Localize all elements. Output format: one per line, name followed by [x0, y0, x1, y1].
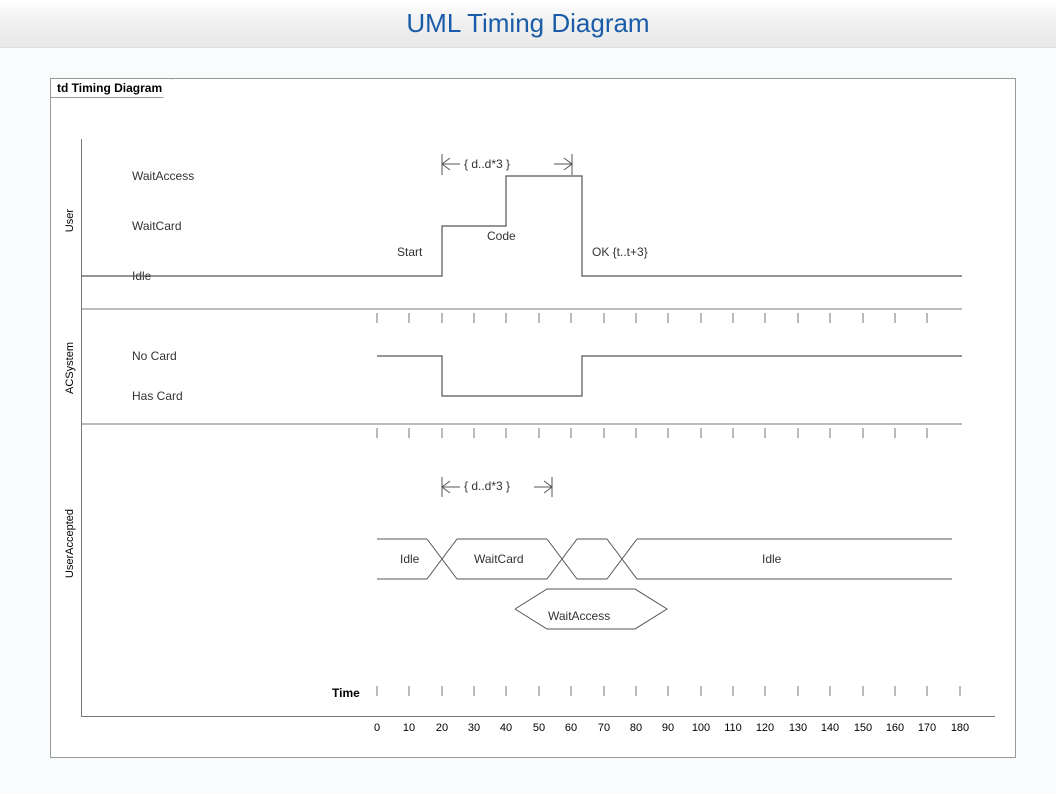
lifeline-useraccepted-label: UserAccepted — [64, 509, 76, 578]
acsystem-timeline — [82, 324, 982, 439]
tick-20: 20 — [427, 722, 457, 734]
lifelines-area: User WaitAccess WaitCard Idle { d..d*3 }… — [81, 139, 995, 717]
tick-90: 90 — [653, 722, 683, 734]
tick-30: 30 — [459, 722, 489, 734]
tick-180: 180 — [945, 722, 975, 734]
time-axis-ticks — [82, 686, 982, 716]
timing-diagram-frame: td Timing Diagram User WaitAccess WaitCa… — [50, 78, 1016, 758]
tick-0: 0 — [362, 722, 392, 734]
tick-60: 60 — [556, 722, 586, 734]
user-timeline — [82, 139, 982, 324]
frame-label: td Timing Diagram — [50, 78, 173, 98]
lifeline-user-label: User — [64, 209, 76, 232]
tick-150: 150 — [848, 722, 878, 734]
tick-10: 10 — [394, 722, 424, 734]
tick-130: 130 — [783, 722, 813, 734]
tick-80: 80 — [621, 722, 651, 734]
tick-100: 100 — [686, 722, 716, 734]
tick-50: 50 — [524, 722, 554, 734]
page-title: UML Timing Diagram — [406, 8, 649, 38]
tick-70: 70 — [589, 722, 619, 734]
tick-160: 160 — [880, 722, 910, 734]
tick-110: 110 — [718, 722, 748, 734]
lifeline-acsystem-label: ACSystem — [64, 342, 76, 394]
tick-170: 170 — [912, 722, 942, 734]
tick-40: 40 — [491, 722, 521, 734]
tick-120: 120 — [750, 722, 780, 734]
page-header: UML Timing Diagram — [0, 0, 1056, 48]
useraccepted-timeline — [82, 439, 982, 659]
tick-140: 140 — [815, 722, 845, 734]
